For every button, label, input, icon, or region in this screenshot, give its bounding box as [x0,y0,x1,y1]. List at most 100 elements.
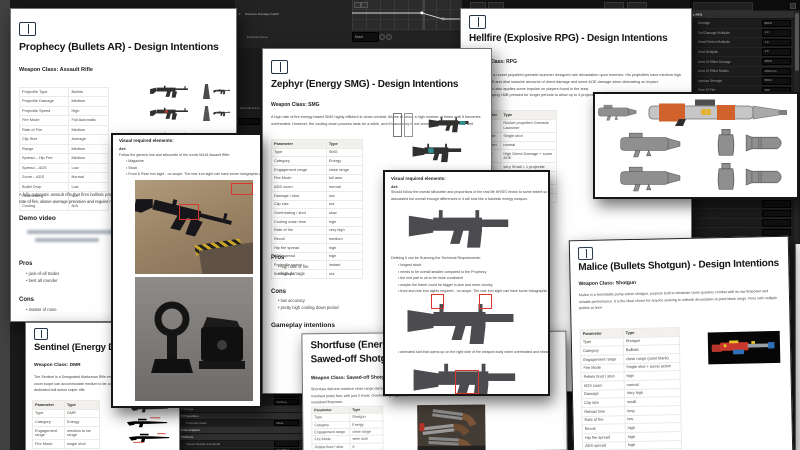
desktop-collage: ▾ Distance Damage Falloff External Curve… [0,0,800,450]
list-item: pretty high cooling down period [278,306,339,311]
panel-row[interactable] [690,209,794,219]
sidestrip-value-box[interactable] [239,118,260,125]
list-item: needs to be overall smaller compared to … [398,270,543,274]
property-value-box[interactable] [274,441,299,447]
reference-photo-sights [135,277,253,401]
damage-falloff-curve[interactable] [352,0,465,30]
panel-row[interactable] [690,219,794,229]
external-curve-dropdown[interactable]: None [352,32,379,42]
demo-video-heading: Demo video [19,215,56,222]
property-value-box[interactable]: 500.0 [762,77,791,84]
reference-photo-sawedoff [417,404,485,450]
scrollbar-thumb[interactable] [795,13,799,71]
list-item: Defining it can be fit among the Technic… [391,256,543,260]
table-row: Bullet DropLow [20,182,109,191]
property-value-box[interactable] [762,200,791,207]
zoom-fit-icon[interactable] [354,2,361,8]
caret-down-icon[interactable]: ▾ [239,12,241,16]
weapon-render-ar-side [213,86,235,97]
panel-row[interactable]: Self Damage Multiplier1.0 [690,29,794,39]
weapon-render-shotgun-red [710,335,778,360]
property-value-box[interactable] [762,219,791,226]
curve-editor: ▾ Distance Damage Falloff External Curve… [235,0,465,48]
table-row: ParameterType [33,401,100,410]
panel-row[interactable]: Area Of Effect Radius100.0 cm [690,67,794,77]
table-row: Recoilmedium [272,235,363,244]
panel-section[interactable]: ▾ RPG [690,11,794,19]
annotation-box [479,294,492,309]
table-row: Fire Modesingle shot [33,440,100,449]
table-row: Hip fire spreadhigh [272,244,363,253]
property-value-box[interactable]: Nothing [274,399,299,405]
list-item: longest stock [398,263,543,267]
spec-table: ParameterTypeTypeDMRCategoryEnergyEngage… [32,400,100,450]
panel-row[interactable]: Head Perfect Multiplier1.0 [690,38,794,48]
table-row: Rate of FireMedium [20,125,109,134]
curve-clear-icon[interactable] [386,34,392,40]
cons-list: master of none [19,308,57,315]
curve-use-icon[interactable] [379,34,385,40]
reference-photo-rifle [135,180,253,274]
sidestrip-item[interactable]: External Curve [235,106,262,112]
doc-malice: Malice (Bullets Shotgun) - Design Intent… [569,236,794,450]
weapon-render-ar [149,83,199,100]
weapon-render-launcher [597,130,709,158]
property-value-box[interactable]: 100.0 cm [762,68,791,75]
weapon-class: Weapon Class: Shotgun [579,280,637,287]
panel-row[interactable]: Heat Multiplier1.0 [690,48,794,58]
property-value-box[interactable]: 1.0 [762,29,791,36]
page-edge-sliver [795,244,800,450]
panel-section[interactable]: ▾ Description [178,427,302,434]
weapon-front-view [203,106,210,121]
list-item: best all rounder [26,279,59,284]
property-value-box[interactable]: 800.0 [762,20,791,27]
table-row: ADS zoomnormal [272,183,363,192]
property-value-box[interactable]: None [274,420,299,426]
list-item: sustained firepower. [311,398,551,405]
visual-elements-heading: Visual required elements: [391,176,446,181]
prophecy-visual-panel: Visual required elements: Art: Follow th… [111,133,262,408]
close-icon[interactable] [790,3,796,9]
weapon-class: Weapon Class: DMR [34,363,81,368]
property-value-box[interactable]: 150.0 [762,58,791,65]
requirements-intro: Defining it can be fit among the Technic… [391,256,543,263]
page-title: Malice (Bullets Shotgun) - Design Intent… [578,258,779,273]
book-icon [34,328,48,340]
table-row: Engagement rangemedium to far range [33,427,100,440]
panel-row[interactable]: Projectile ClassNone [178,420,302,427]
table-row: Zoom – ADSNormal [20,173,109,182]
panel-section[interactable]: ▾ Projectiles [178,413,302,420]
panel-row[interactable]: Spawn Decals at Explode [178,441,302,448]
curve-grid[interactable] [352,0,465,30]
panel-row[interactable]: Impulse Strength500.0 [690,77,794,87]
window-edge [0,0,10,450]
weapon-render-launcher-orange [641,97,791,127]
panel-row[interactable]: Area Of Effect Damage150.0 [690,57,794,67]
table-row: Engagement rangeclose range [272,166,363,175]
weapon-render-launcher [597,164,709,192]
details-tab[interactable] [693,2,753,11]
property-value-box[interactable]: 1.0 [762,39,791,46]
visual-elements-heading: Visual required elements: [119,138,174,143]
panel-row[interactable] [690,200,794,210]
caption-strip [418,445,486,450]
vector-render [397,298,542,346]
annotation-box [179,204,199,220]
annotation-box [431,294,444,309]
list-item: Front & Rear iron sight - no scope. The … [126,172,257,176]
panel-section[interactable]: ▾ Effects [178,434,302,441]
property-value-box[interactable] [762,210,791,217]
list-item: front and rear iron sights required - no… [398,289,543,293]
book-icon [469,15,486,29]
pros-list: jack-of-all tradesbest all rounder [19,272,59,286]
table-row: Fire ModeFull Automatic [20,116,109,125]
vector-render-annotated [397,294,542,346]
book-icon [578,247,593,260]
hellfire-art-panel [593,92,799,199]
panel-row[interactable]: Damage800.0 [690,19,794,29]
list-item: master of none [26,308,57,313]
zoom-sel-icon[interactable] [361,2,368,8]
property-value-box[interactable]: 1.0 [762,48,791,55]
magazine-sketch [393,113,402,137]
pros-heading: Pros [19,261,32,267]
